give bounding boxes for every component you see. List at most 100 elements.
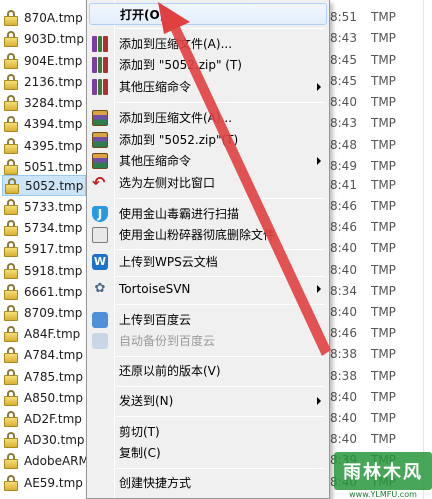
- file-name-cell[interactable]: 5917.tmp: [2, 238, 86, 259]
- watermark-brand: 雨林木风: [343, 462, 423, 483]
- file-time: 8:38: [330, 347, 357, 361]
- menu-kingsoft-scan[interactable]: J 使用金山毒霸进行扫描: [89, 203, 327, 225]
- menu-copy[interactable]: 复制(C): [89, 442, 327, 464]
- locked-file-icon: [4, 431, 18, 448]
- file-name-cell[interactable]: 5734.tmp: [2, 217, 86, 238]
- submenu-arrow-icon: [317, 397, 321, 405]
- menu-kingsoft-scan-label: 使用金山毒霸进行扫描: [119, 207, 240, 221]
- menu-open[interactable]: 打开(O): [89, 3, 327, 25]
- locked-file-icon: [4, 73, 18, 90]
- menu-baidu-upload[interactable]: 上传到百度云: [89, 309, 327, 331]
- file-name-cell[interactable]: A850.tmp: [2, 387, 86, 408]
- menu-add-zip-1-label: 添加到 "5052.zip" (T): [119, 58, 242, 72]
- file-name-cell[interactable]: 5051.tmp: [2, 156, 86, 177]
- file-type: TMP: [371, 220, 396, 234]
- file-name-cell[interactable]: AE59.tmp: [2, 472, 86, 493]
- menu-send-to[interactable]: 发送到(N): [89, 390, 327, 412]
- file-name-cell[interactable]: 5052.tmp: [2, 175, 86, 196]
- menu-cut-label: 剪切(T): [119, 425, 160, 439]
- menu-add-archive-2[interactable]: 添加到压缩文件(A)...: [89, 107, 327, 129]
- menu-separator: [117, 304, 325, 305]
- file-name-cell[interactable]: 4395.tmp: [2, 135, 86, 156]
- menu-compare-left[interactable]: ↶ 选为左侧对比窗口: [89, 172, 327, 194]
- file-name: 870A.tmp: [24, 10, 83, 25]
- file-name-cell[interactable]: 3284.tmp: [2, 92, 86, 113]
- file-name-cell[interactable]: 5918.tmp: [2, 260, 86, 281]
- menu-restore-versions[interactable]: 还原以前的版本(V): [89, 360, 327, 382]
- file-type: TMP: [371, 305, 396, 319]
- file-time: 8:38: [330, 369, 357, 383]
- file-name-cell[interactable]: AdobeARM: [2, 450, 86, 471]
- file-type: TMP: [371, 284, 396, 298]
- file-time: 8:45: [330, 74, 357, 88]
- menu-cut[interactable]: 剪切(T): [89, 421, 327, 443]
- baidu-cloud-icon: [92, 312, 108, 328]
- file-name-cell[interactable]: 904E.tmp: [2, 50, 86, 71]
- file-time: 8:40: [330, 411, 357, 425]
- file-name-cell[interactable]: 903D.tmp: [2, 28, 86, 49]
- menu-separator: [117, 102, 325, 103]
- file-time: 8:40: [330, 241, 357, 255]
- file-name-cell[interactable]: 5733.tmp: [2, 196, 86, 217]
- menu-other-compress-1[interactable]: 其他压缩命令: [89, 76, 327, 98]
- locked-file-icon: [4, 219, 18, 236]
- file-time: 8:46: [330, 199, 357, 213]
- file-name-cell[interactable]: 6661.tmp: [2, 281, 86, 302]
- file-name-cell[interactable]: A784.tmp: [2, 344, 86, 365]
- file-name-cell[interactable]: 2136.tmp: [2, 71, 86, 92]
- menu-separator: [117, 198, 325, 199]
- locked-file-icon: [4, 304, 18, 321]
- file-type: TMP: [371, 74, 396, 88]
- file-time: 8:41: [330, 178, 357, 192]
- file-name: 6661.tmp: [24, 284, 83, 299]
- menu-separator: [117, 468, 325, 469]
- file-name: 3284.tmp: [24, 95, 83, 110]
- menu-create-shortcut[interactable]: 创建快捷方式: [89, 472, 327, 494]
- tortoisesvn-icon: ✿: [94, 281, 106, 296]
- file-name-cell[interactable]: AD2F.tmp: [2, 408, 86, 429]
- locked-file-icon: [4, 452, 18, 469]
- file-type: TMP: [371, 369, 396, 383]
- menu-other-compress-2[interactable]: 其他压缩命令: [89, 150, 327, 172]
- file-time: 8:40: [330, 305, 357, 319]
- file-name: 4394.tmp: [24, 116, 83, 131]
- file-time: 8:51: [330, 10, 357, 24]
- menu-wps-upload-label: 上传到WPS云文档: [119, 255, 218, 269]
- file-time: 8:46: [330, 220, 357, 234]
- menu-add-zip-2[interactable]: 添加到 "5052.zip"(T): [89, 129, 327, 151]
- undo-arrow-icon: ↶: [92, 173, 106, 192]
- file-time: 8:49: [330, 159, 357, 173]
- file-time: 8:48: [330, 138, 357, 152]
- menu-wps-upload[interactable]: W 上传到WPS云文档: [89, 251, 327, 273]
- file-name: AdobeARM: [24, 453, 86, 468]
- locked-file-icon: [4, 262, 18, 279]
- file-type: TMP: [371, 53, 396, 67]
- file-name-cell[interactable]: 4394.tmp: [2, 113, 86, 134]
- file-name-cell[interactable]: 8709.tmp: [2, 302, 86, 323]
- menu-other-compress-1-label: 其他压缩命令: [119, 80, 192, 94]
- winrar-icon: [92, 153, 108, 169]
- menu-restore-versions-label: 还原以前的版本(V): [119, 364, 221, 378]
- menu-copy-label: 复制(C): [119, 446, 161, 460]
- file-name: 5733.tmp: [24, 199, 83, 214]
- menu-kingsoft-shred[interactable]: 使用金山粉碎器彻底删除文件: [89, 224, 327, 246]
- books-archive-icon: [92, 79, 109, 95]
- file-name: AE59.tmp: [24, 475, 83, 490]
- menu-baidu-autobackup[interactable]: 自动备份到百度云: [89, 330, 327, 352]
- menu-send-to-label: 发送到(N): [119, 394, 174, 408]
- file-name: 5051.tmp: [24, 159, 83, 174]
- locked-file-icon: [4, 158, 18, 175]
- file-name: A785.tmp: [24, 369, 83, 384]
- file-name-cell[interactable]: 870A.tmp: [2, 7, 86, 28]
- file-name: 8709.tmp: [24, 305, 83, 320]
- winrar-icon: [92, 132, 108, 148]
- menu-other-compress-2-label: 其他压缩命令: [119, 154, 192, 168]
- file-name-cell[interactable]: A785.tmp: [2, 366, 86, 387]
- menu-add-zip-1[interactable]: 添加到 "5052.zip" (T): [89, 54, 327, 76]
- menu-add-archive-1[interactable]: 添加到压缩文件(A)...: [89, 33, 327, 55]
- file-name-cell[interactable]: AD30.tmp: [2, 429, 86, 450]
- winrar-icon: [92, 110, 108, 126]
- menu-tortoise-svn[interactable]: ✿ TortoiseSVN: [89, 278, 327, 300]
- file-name-cell[interactable]: A84F.tmp: [2, 323, 86, 344]
- menu-separator: [117, 386, 325, 387]
